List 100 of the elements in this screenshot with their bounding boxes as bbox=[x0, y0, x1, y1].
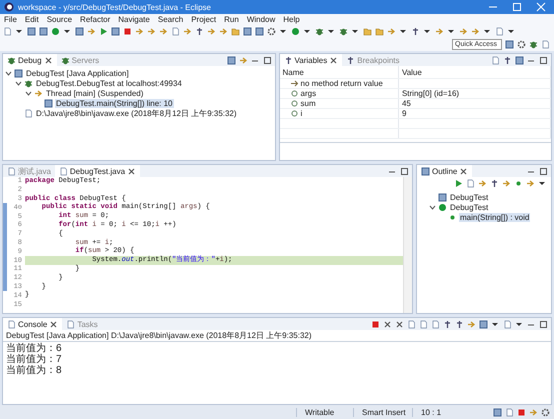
square-icon bbox=[421, 166, 430, 176]
tree-item[interactable]: main(String[]) : void bbox=[459, 212, 530, 222]
arrow-icon[interactable] bbox=[526, 179, 535, 188]
play-icon[interactable] bbox=[454, 179, 463, 188]
bug-icon bbox=[24, 78, 33, 88]
square-icon[interactable] bbox=[75, 27, 84, 36]
gear-icon bbox=[541, 408, 550, 416]
square-icon[interactable] bbox=[226, 56, 236, 64]
menu-item[interactable]: Navigate bbox=[118, 15, 150, 24]
maximize-icon[interactable] bbox=[262, 56, 272, 64]
chevron-down-icon[interactable] bbox=[25, 90, 32, 96]
circle-icon bbox=[290, 109, 298, 118]
bug-icon[interactable] bbox=[529, 40, 538, 49]
close-icon[interactable] bbox=[395, 320, 404, 328]
arrow-icon[interactable] bbox=[502, 179, 511, 188]
play-icon[interactable] bbox=[99, 27, 108, 36]
variable-value: String[0] (id=16) bbox=[402, 89, 460, 98]
caret-icon[interactable] bbox=[303, 27, 312, 36]
close-icon[interactable] bbox=[383, 320, 392, 328]
square-icon[interactable] bbox=[27, 27, 36, 36]
dot-icon[interactable] bbox=[514, 179, 523, 188]
square-icon[interactable] bbox=[39, 27, 48, 36]
close-icon[interactable] bbox=[329, 56, 338, 64]
close-icon[interactable] bbox=[44, 56, 53, 64]
tree-item[interactable]: DebugTest.DebugTest at localhost:49934 bbox=[35, 78, 183, 88]
menu-item[interactable]: Source bbox=[46, 15, 72, 24]
stop-icon[interactable] bbox=[371, 320, 380, 328]
square-icon[interactable] bbox=[479, 320, 488, 328]
caret-icon[interactable] bbox=[327, 27, 336, 36]
column-header[interactable]: Name bbox=[280, 66, 399, 78]
caret-icon[interactable] bbox=[507, 27, 516, 36]
chevron-down-icon[interactable] bbox=[5, 70, 12, 76]
document-icon bbox=[24, 108, 33, 118]
close-icon[interactable] bbox=[127, 166, 136, 176]
panel-tab[interactable]: Outline bbox=[417, 165, 472, 177]
gear-icon[interactable] bbox=[267, 27, 276, 36]
console-output: 当前值为：6 bbox=[6, 343, 63, 354]
maximize-icon[interactable] bbox=[400, 166, 409, 176]
square-icon[interactable] bbox=[505, 40, 514, 49]
tree-item[interactable]: DebugTest.main(String[]) line: 10 bbox=[55, 98, 174, 108]
tree-item[interactable]: D:\Java\jre8\bin\javaw.exe (2018年8月12日 上午9:35:32) bbox=[35, 108, 238, 118]
panel-tab[interactable]: Console bbox=[3, 318, 62, 330]
scrollbar[interactable] bbox=[403, 177, 412, 313]
menu-item[interactable]: Help bbox=[283, 15, 300, 24]
status-field: Writable bbox=[296, 408, 353, 416]
variable-value: 45 bbox=[402, 99, 411, 108]
tree-item[interactable]: DebugTest bbox=[449, 192, 490, 202]
square-icon[interactable] bbox=[111, 27, 120, 36]
panel-tab[interactable]: DebugTest.java bbox=[54, 165, 140, 177]
bug-icon[interactable] bbox=[339, 27, 348, 36]
dot-icon bbox=[448, 212, 457, 222]
arrow-icon[interactable] bbox=[478, 179, 487, 188]
panel-tab[interactable]: Debug bbox=[3, 54, 57, 66]
return-arrow-icon bbox=[290, 79, 298, 88]
status-field: 10 : 1 bbox=[412, 408, 489, 416]
caret-icon[interactable] bbox=[15, 27, 24, 36]
console-output: 当前值为：7 bbox=[6, 354, 63, 365]
square-icon bbox=[493, 408, 502, 416]
folder-icon[interactable] bbox=[231, 27, 240, 36]
stop-icon[interactable] bbox=[123, 27, 132, 36]
maximize-icon[interactable] bbox=[539, 320, 548, 328]
panel-tab[interactable]: Variables bbox=[280, 54, 342, 66]
menu-item[interactable]: Window bbox=[246, 15, 276, 24]
variable-value: 9 bbox=[402, 109, 406, 118]
arrow-icon bbox=[529, 408, 538, 416]
square-icon[interactable] bbox=[243, 27, 252, 36]
menu-item[interactable]: Search bbox=[158, 15, 184, 24]
square-icon bbox=[14, 68, 23, 78]
bug-icon[interactable] bbox=[315, 27, 324, 36]
close-icon[interactable] bbox=[459, 166, 468, 176]
menu-item[interactable]: File bbox=[4, 15, 17, 24]
bug-icon bbox=[60, 56, 70, 64]
chevron-down-icon[interactable] bbox=[15, 80, 22, 86]
circle-icon[interactable] bbox=[51, 27, 60, 36]
menu-item[interactable]: Run bbox=[224, 15, 239, 24]
caret-icon[interactable] bbox=[423, 27, 432, 36]
menu-item[interactable]: Refactor bbox=[80, 15, 110, 24]
caret-icon[interactable] bbox=[447, 27, 456, 36]
maximize-icon[interactable] bbox=[539, 56, 548, 64]
maximize-icon[interactable] bbox=[539, 166, 548, 176]
tree-item[interactable]: DebugTest bbox=[449, 202, 490, 212]
menu-item[interactable]: Project bbox=[191, 15, 216, 24]
caret-icon[interactable] bbox=[63, 27, 72, 36]
caret-icon[interactable] bbox=[399, 27, 408, 36]
square-icon[interactable] bbox=[515, 56, 524, 64]
menu-item[interactable]: Edit bbox=[24, 15, 39, 24]
chevron-down-icon[interactable] bbox=[429, 204, 436, 210]
square-icon[interactable] bbox=[255, 27, 264, 36]
gear-icon[interactable] bbox=[517, 40, 526, 49]
caret-icon[interactable] bbox=[351, 27, 360, 36]
caret-icon[interactable] bbox=[279, 27, 288, 36]
variable-name: no method return value bbox=[300, 79, 383, 88]
arrow-icon bbox=[34, 88, 43, 98]
tree-item[interactable]: DebugTest [Java Application] bbox=[25, 68, 130, 78]
caret-icon[interactable] bbox=[483, 27, 492, 36]
close-icon[interactable] bbox=[49, 320, 58, 328]
column-header[interactable]: Value bbox=[398, 66, 551, 78]
tree-item[interactable]: Thread [main] (Suspended) bbox=[45, 88, 144, 98]
caret-icon[interactable] bbox=[538, 179, 547, 188]
circle-icon[interactable] bbox=[291, 27, 300, 36]
